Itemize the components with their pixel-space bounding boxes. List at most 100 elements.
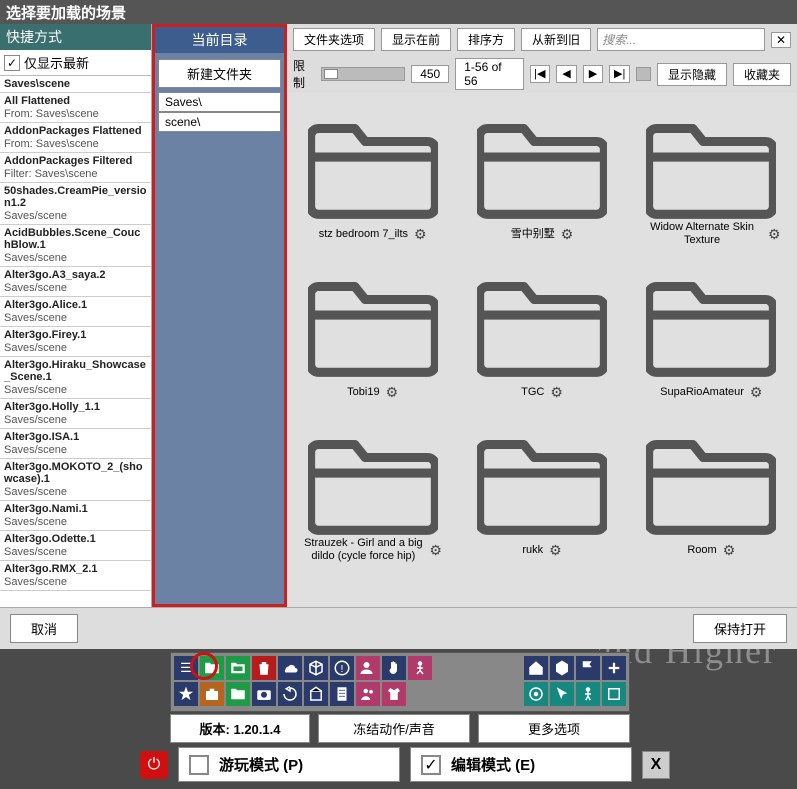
folder-tile[interactable]: Widow Alternate Skin Texture ⚙ [632, 101, 791, 247]
sort-by-button[interactable]: 排序方 [457, 28, 515, 51]
info-icon[interactable]: ! [330, 656, 354, 680]
folder-icon [646, 101, 776, 221]
shortcut-item[interactable]: AddonPackages FlattenedFrom: Saves\scene [0, 123, 151, 153]
power-icon[interactable]: ⏻ [140, 751, 168, 779]
shortcut-item[interactable]: Alter3go.Alice.1Saves/scene [0, 297, 151, 327]
show-before-button[interactable]: 显示在前 [381, 28, 451, 51]
only-newest-row[interactable]: ✓ 仅显示最新 [0, 50, 151, 76]
next-page-button[interactable]: ▶ [583, 65, 604, 83]
shortcut-item[interactable]: All FlattenedFrom: Saves\scene [0, 93, 151, 123]
star-icon[interactable] [174, 682, 198, 706]
pose-select-icon[interactable] [576, 682, 600, 706]
shortcut-item[interactable]: Alter3go.MOKOTO_2_(showcase).1Saves/scen… [0, 459, 151, 501]
first-page-button[interactable]: |◀ [530, 65, 551, 83]
prev-page-button[interactable]: ◀ [556, 65, 577, 83]
last-page-button[interactable]: ▶| [609, 65, 630, 83]
shortcut-item[interactable]: AddonPackages FilteredFilter: Saves\scen… [0, 153, 151, 183]
show-hidden-button[interactable]: 显示隐藏 [657, 63, 727, 86]
package-icon[interactable] [304, 682, 328, 706]
person-add-icon[interactable] [356, 656, 380, 680]
folder-tile[interactable]: stz bedroom 7_ilts⚙ [293, 101, 452, 247]
shortcut-item[interactable]: Alter3go.Firey.1Saves/scene [0, 327, 151, 357]
sort-newest-button[interactable]: 从新到旧 [521, 28, 591, 51]
gear-icon[interactable]: ⚙ [550, 384, 563, 401]
search-input[interactable]: 搜索... [597, 28, 765, 51]
folder-tile[interactable]: rukk ⚙ [462, 417, 621, 563]
cancel-button[interactable]: 取消 [10, 614, 78, 643]
plus-icon[interactable] [602, 656, 626, 680]
limit-label: 限制 [293, 57, 315, 91]
more-options-button[interactable]: 更多选项 [478, 714, 630, 743]
folder-tile[interactable]: Strauzek - Girl and a big dildo (cycle f… [293, 417, 452, 563]
shortcut-item[interactable]: 50shades.CreamPie_version1.2Saves/scene [0, 183, 151, 225]
flag-icon[interactable] [576, 656, 600, 680]
tile-label: SupaRioAmateur [660, 379, 744, 405]
bottom-hud: ☰ ! [150, 652, 670, 782]
folder-tile[interactable]: 雪中别墅 ⚙ [462, 101, 621, 247]
play-mode-toggle[interactable]: 游玩模式 (P) [178, 747, 400, 782]
shortcut-item[interactable]: Alter3go.ISA.1Saves/scene [0, 429, 151, 459]
folder-tile[interactable]: Tobi19⚙ [293, 259, 452, 405]
shortcut-item[interactable]: Alter3go.Nami.1Saves/scene [0, 501, 151, 531]
cube-icon[interactable] [304, 656, 328, 680]
gear-icon[interactable]: ⚙ [414, 226, 427, 243]
gear-icon[interactable]: ⚙ [768, 226, 781, 243]
cloud-download-icon[interactable] [278, 656, 302, 680]
gear-icon[interactable]: ⚙ [429, 542, 442, 559]
new-folder-button[interactable]: 新建文件夹 [158, 59, 281, 88]
delete-icon[interactable] [252, 656, 276, 680]
freeze-button[interactable]: 冻结动作/声音 [318, 714, 470, 743]
document-icon[interactable] [330, 682, 354, 706]
edit-mode-toggle[interactable]: ✓ 编辑模式 (E) [410, 747, 632, 782]
scene-folder-icon[interactable] [226, 682, 250, 706]
favorites-button[interactable]: 收藏夹 [733, 63, 791, 86]
show-hidden-checkbox[interactable] [636, 67, 651, 81]
shortcut-item[interactable]: Alter3go.A3_saya.2Saves/scene [0, 267, 151, 297]
shortcut-item[interactable]: AcidBubbles.Scene_CouchBlow.1Saves/scene [0, 225, 151, 267]
shortcut-item[interactable]: Alter3go.Holly_1.1Saves/scene [0, 399, 151, 429]
folder-tile[interactable]: Room⚙ [632, 417, 791, 563]
limit-slider[interactable] [321, 67, 405, 81]
gear-icon[interactable]: ⚙ [750, 384, 763, 401]
menu-icon[interactable]: ☰ [174, 656, 198, 680]
clear-search-button[interactable]: ✕ [771, 32, 791, 48]
gear-icon[interactable]: ⚙ [386, 384, 399, 401]
home-icon[interactable] [524, 656, 548, 680]
folder-icon [477, 417, 607, 537]
tile-label: Widow Alternate Skin Texture [642, 221, 762, 247]
briefcase-icon[interactable] [200, 682, 224, 706]
only-newest-label: 仅显示最新 [24, 53, 89, 72]
clothing-icon[interactable] [382, 682, 406, 706]
folder-icon [308, 101, 438, 221]
cursor-icon[interactable] [550, 682, 574, 706]
keep-open-button[interactable]: 保持打开 [693, 614, 787, 643]
camera-icon[interactable] [252, 682, 276, 706]
pose-icon[interactable] [408, 656, 432, 680]
gear-icon[interactable]: ⚙ [723, 542, 736, 559]
folder-options-button[interactable]: 文件夹选项 [293, 28, 375, 51]
target-icon[interactable] [524, 682, 548, 706]
gear-icon[interactable]: ⚙ [561, 226, 574, 243]
folder-tile[interactable]: SupaRioAmateur ⚙ [632, 259, 791, 405]
gear-icon[interactable]: ⚙ [549, 542, 562, 559]
shortcut-item[interactable]: Saves\scene [0, 76, 151, 93]
hand-icon[interactable] [382, 656, 406, 680]
shortcut-item[interactable]: Alter3go.Hiraku_Showcase_Scene.1Saves/sc… [0, 357, 151, 399]
curdir-list: Saves\scene\ [158, 92, 281, 604]
folder-tile[interactable]: TGC⚙ [462, 259, 621, 405]
quick-open-icon[interactable] [226, 656, 250, 680]
file-grid: stz bedroom 7_ilts⚙雪中别墅⚙Widow Alternate … [293, 101, 791, 563]
close-hud-button[interactable]: X [642, 751, 670, 779]
tile-label: 雪中别墅 [511, 221, 555, 247]
curdir-entry[interactable]: Saves\ [158, 92, 281, 112]
shortcut-item[interactable]: Alter3go.RMX_2.1Saves/scene [0, 561, 151, 591]
unity-icon[interactable] [550, 656, 574, 680]
curdir-entry[interactable]: scene\ [158, 112, 281, 132]
edit-mode-checkbox: ✓ [421, 755, 441, 775]
frame-icon[interactable] [602, 682, 626, 706]
open-folder-icon[interactable] [200, 656, 224, 680]
refresh-icon[interactable] [278, 682, 302, 706]
people-icon[interactable] [356, 682, 380, 706]
tile-label: rukk [522, 537, 543, 563]
shortcut-item[interactable]: Alter3go.Odette.1Saves/scene [0, 531, 151, 561]
